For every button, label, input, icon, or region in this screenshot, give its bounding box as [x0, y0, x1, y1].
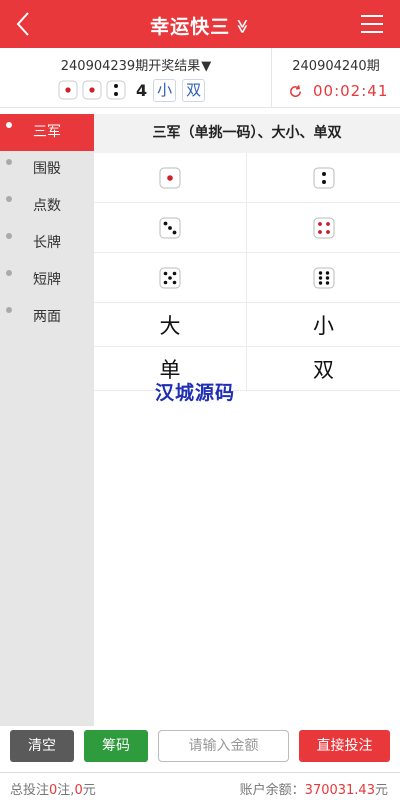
watermark-text: 汉城源码: [155, 382, 236, 404]
draw-info-panel: 240904239期开奖结果▼ 4 小 双 240904240期 00:02:4…: [0, 48, 400, 108]
account-balance: 账户余额：370031.43元: [240, 779, 388, 798]
bet-option-big[interactable]: 大: [94, 303, 247, 346]
option-label: 双: [313, 357, 334, 382]
die-result-1: [58, 80, 78, 100]
last-period-dropdown[interactable]: 240904239期开奖结果▼: [0, 55, 272, 74]
bet-row: 单 双: [94, 347, 400, 391]
bet-amount: 0: [74, 783, 83, 798]
next-draw: 240904240期 00:02:41: [272, 48, 400, 108]
page-title: 幸运快三: [150, 16, 231, 38]
sidebar-item-changpai[interactable]: 长牌: [0, 225, 94, 262]
bet-row: 大 小: [94, 303, 400, 347]
size-tag: 小: [153, 78, 177, 102]
bullet-dot: [6, 196, 12, 202]
balance-value: 370031.43: [304, 783, 375, 798]
sidebar-item-duanpai[interactable]: 短牌: [0, 262, 94, 299]
bet-option-die-5[interactable]: [94, 253, 247, 302]
play-type-sidebar: 三军 围骰 点数 长牌 短牌 两面: [0, 114, 94, 726]
amount-input[interactable]: [158, 730, 289, 762]
countdown-row: 00:02:41: [288, 82, 388, 100]
place-bet-button[interactable]: 直接投注: [299, 730, 390, 762]
total-bets: 总投注0注,0元: [10, 779, 96, 798]
result-sum: 4: [136, 80, 148, 100]
bet-status-bar: 总投注0注,0元 账户余额：370031.43元: [0, 772, 400, 800]
bullet-dot: [6, 159, 12, 165]
bet-option-even[interactable]: 双: [247, 347, 400, 390]
bet-option-die-2[interactable]: [247, 153, 400, 202]
bet-options-grid: 大 小 单 双: [94, 153, 400, 391]
bet-option-die-3[interactable]: [94, 203, 247, 252]
option-label: 大: [159, 313, 181, 338]
last-period-label: 240904239期开奖结果: [60, 59, 201, 74]
result-dice-row: 4 小 双: [58, 78, 211, 102]
die-two-icon: [313, 167, 334, 188]
balance-unit: 元: [374, 783, 388, 798]
last-draw-result: 240904239期开奖结果▼ 4 小 双: [0, 48, 272, 108]
game-title-selector[interactable]: 幸运快三 ≫: [0, 12, 400, 39]
menu-icon[interactable]: [360, 14, 384, 34]
sidebar-item-label: 三军: [33, 124, 61, 140]
sidebar-item-label: 长牌: [33, 235, 61, 251]
bet-row: [94, 203, 400, 253]
sidebar-item-dianshu[interactable]: 点数: [0, 188, 94, 225]
bullet-dot: [6, 270, 12, 276]
die-four-icon: [313, 217, 334, 238]
sidebar-item-liangmian[interactable]: 两面: [0, 299, 94, 336]
sidebar-item-label: 两面: [33, 309, 61, 325]
die-one-icon: [159, 167, 181, 188]
die-three-icon: [159, 217, 181, 238]
bet-amount-unit: 元: [82, 783, 96, 798]
bet-action-bar: 清空 筹码 直接投注: [0, 726, 400, 772]
die-result-3: [106, 80, 126, 100]
sidebar-item-sanjun[interactable]: 三军: [0, 114, 94, 151]
bullet-dot: [6, 233, 12, 239]
chip-button[interactable]: 筹码: [84, 730, 148, 762]
sidebar-item-label: 围骰: [33, 161, 61, 177]
next-period-label: 240904240期: [292, 59, 380, 74]
top-header: 幸运快三 ≫: [0, 0, 400, 48]
bullet-dot: [6, 307, 12, 313]
parity-tag: 双: [182, 78, 206, 102]
bet-row: [94, 153, 400, 203]
refresh-icon[interactable]: [288, 84, 303, 99]
bet-option-small[interactable]: 小: [247, 303, 400, 346]
bet-option-die-4[interactable]: [247, 203, 400, 252]
sidebar-item-label: 点数: [33, 198, 61, 214]
bet-option-die-1[interactable]: [94, 153, 247, 202]
clear-button[interactable]: 清空: [10, 730, 74, 762]
bet-count-unit: 注,: [57, 783, 75, 798]
total-bets-prefix: 总投注: [10, 783, 50, 798]
sidebar-item-label: 短牌: [33, 272, 61, 288]
bet-option-die-6[interactable]: [247, 253, 400, 302]
caret-down-icon: ▼: [201, 59, 212, 74]
bet-row: [94, 253, 400, 303]
section-title: 三军（单挑一码）、大小、单双: [94, 114, 400, 153]
die-five-icon: [159, 267, 181, 288]
sidebar-item-weitou[interactable]: 围骰: [0, 151, 94, 188]
countdown-timer: 00:02:41: [313, 82, 389, 100]
die-result-2: [82, 80, 102, 100]
option-label: 小: [313, 313, 334, 338]
double-chevron-down-icon: ≫: [234, 19, 250, 35]
bet-options-panel: 三军（单挑一码）、大小、单双 大 小 单 双: [94, 114, 400, 391]
die-six-icon: [313, 267, 334, 288]
balance-label: 账户余额：: [239, 783, 305, 798]
bullet-dot: [6, 122, 12, 128]
